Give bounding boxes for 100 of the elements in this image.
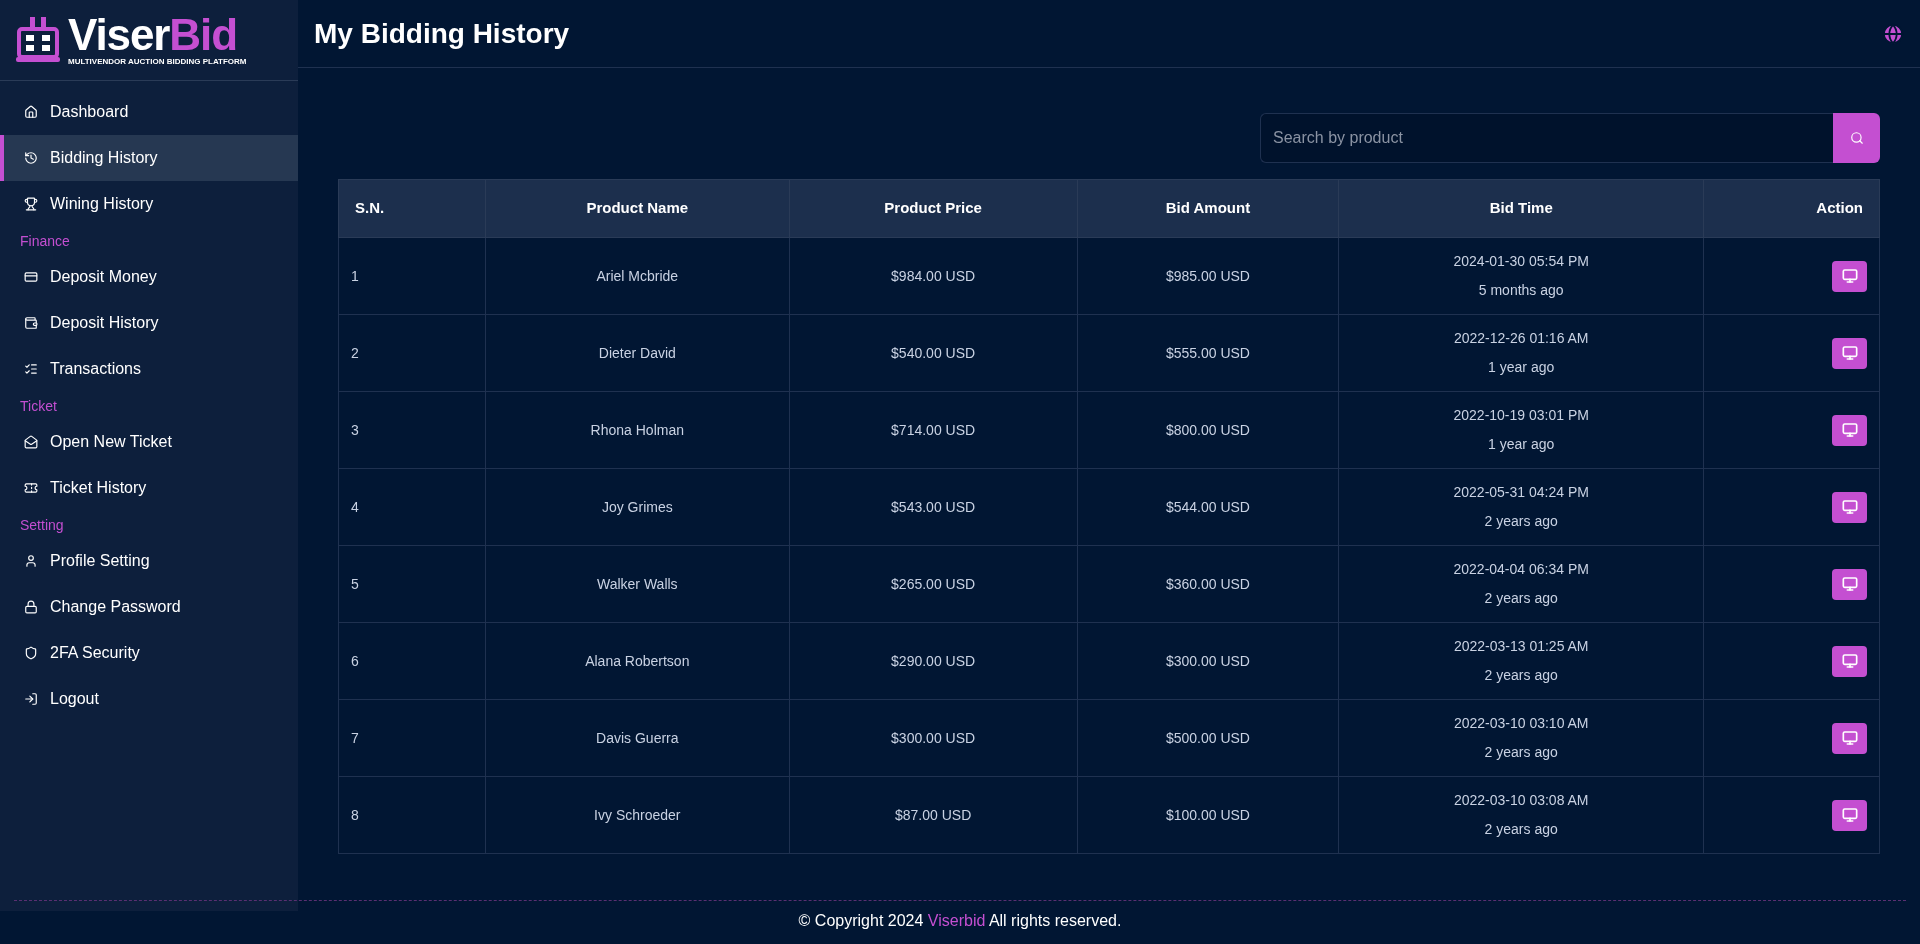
view-button[interactable] (1832, 337, 1867, 369)
home-icon (24, 105, 38, 119)
table-cell: $500.00 USD (1077, 699, 1339, 777)
bid-relative-time: 2 years ago (1484, 512, 1558, 531)
sidebar-section-heading: Setting (19, 516, 65, 535)
viserbid-link[interactable]: Viserbid (927, 912, 986, 929)
table-cell: $800.00 USD (1077, 391, 1339, 469)
bid-relative-time: 5 months ago (1478, 281, 1564, 300)
table-cell: $544.00 USD (1077, 468, 1339, 546)
monitor-icon (1841, 730, 1858, 746)
column-header: Product Price (789, 179, 1077, 238)
table-cell: $87.00 USD (789, 776, 1077, 854)
table-cell: $714.00 USD (789, 391, 1077, 469)
monitor-icon (1841, 499, 1858, 515)
bid-date: 2022-03-10 03:08 AM (1453, 791, 1589, 810)
view-button[interactable] (1832, 414, 1867, 446)
view-button[interactable] (1832, 799, 1867, 831)
monitor-icon (1841, 807, 1858, 823)
bid-date: 2022-04-04 06:34 PM (1453, 560, 1589, 579)
table-cell: $540.00 USD (789, 314, 1077, 392)
sidebar-item[interactable]: Logout (0, 676, 298, 722)
sidebar-item[interactable]: Change Password (0, 584, 298, 630)
column-header: Action (1703, 179, 1880, 238)
column-header: Product Name (485, 179, 790, 238)
table-cell: $985.00 USD (1077, 237, 1339, 315)
sidebar-item[interactable]: Ticket History (0, 465, 298, 511)
monitor-icon (1841, 345, 1858, 361)
table-cell: Ivy Schroeder (485, 776, 790, 854)
monitor-icon (1841, 576, 1858, 592)
table-cell: 4 (338, 468, 486, 546)
ticket-icon (24, 481, 38, 495)
column-header: S.N. (338, 179, 486, 238)
monitor-icon (1841, 653, 1858, 669)
bid-date: 2024-01-30 05:54 PM (1453, 252, 1589, 271)
sidebar-section-heading: Ticket (19, 397, 58, 416)
table-cell: Walker Walls (485, 545, 790, 623)
bid-date: 2022-05-31 04:24 PM (1453, 483, 1589, 502)
view-button[interactable] (1832, 568, 1867, 600)
login-icon (24, 692, 38, 706)
view-button[interactable] (1832, 645, 1867, 677)
table-cell: Alana Robertson (485, 622, 790, 700)
table-cell: Rhona Holman (485, 391, 790, 469)
table-cell: $555.00 USD (1077, 314, 1339, 392)
sidebar-item[interactable]: Bidding History (0, 135, 298, 181)
bid-date: 2022-12-26 01:16 AM (1453, 329, 1589, 348)
page-title: My Bidding History (314, 16, 570, 51)
table-cell: $300.00 USD (1077, 622, 1339, 700)
table-cell: $265.00 USD (789, 545, 1077, 623)
list-icon (24, 362, 38, 376)
bid-relative-time: 2 years ago (1484, 666, 1558, 685)
bid-date: 2022-03-10 03:10 AM (1453, 714, 1589, 733)
lock-icon (24, 600, 38, 614)
view-button[interactable] (1832, 491, 1867, 523)
view-button[interactable] (1832, 260, 1867, 292)
search-field[interactable]: Search by product (1260, 113, 1833, 163)
view-button[interactable] (1832, 722, 1867, 754)
copyright-text: © Copyright 2024 Viserbid All rights reserved. (798, 911, 1122, 931)
wallet-icon (24, 316, 38, 330)
monitor-icon (1841, 268, 1858, 284)
sidebar-item[interactable]: Transactions (0, 346, 298, 392)
envelope-icon (24, 435, 38, 449)
sidebar-item[interactable]: Dashboard (0, 89, 298, 135)
search-icon (1849, 131, 1864, 145)
table-cell: 8 (338, 776, 486, 854)
sidebar-item[interactable]: Wining History (0, 181, 298, 227)
logo-icon (16, 15, 60, 65)
clock-icon (24, 151, 38, 165)
column-header: Bid Time (1338, 179, 1704, 238)
column-header: Bid Amount (1077, 179, 1339, 238)
table-cell: $100.00 USD (1077, 776, 1339, 854)
sidebar-item[interactable]: Deposit Money (0, 254, 298, 300)
table-cell: $543.00 USD (789, 468, 1077, 546)
sidebar-item[interactable]: Open New Ticket (0, 419, 298, 465)
table-cell: 1 (338, 237, 486, 315)
table-cell: $300.00 USD (789, 699, 1077, 777)
shield-icon (24, 646, 38, 660)
table-cell: $984.00 USD (789, 237, 1077, 315)
table-cell: 7 (338, 699, 486, 777)
user-icon (24, 554, 38, 568)
logo-wordmark: ViserBid (68, 13, 238, 57)
card-icon (24, 270, 38, 284)
bid-date: 2022-10-19 03:01 PM (1453, 406, 1589, 425)
bid-relative-time: 2 years ago (1484, 820, 1558, 839)
sidebar-item[interactable]: 2FA Security (0, 630, 298, 676)
table-cell: Dieter David (485, 314, 790, 392)
logo-tagline: MULTIVENDOR AUCTION BIDDING PLATFORM (68, 57, 247, 67)
table-cell: 6 (338, 622, 486, 700)
sidebar-item[interactable]: Profile Setting (0, 538, 298, 584)
trophy-icon (24, 197, 38, 211)
sidebar-item[interactable]: Deposit History (0, 300, 298, 346)
table-cell: Joy Grimes (485, 468, 790, 546)
bid-relative-time: 2 years ago (1484, 743, 1558, 762)
table-cell: $360.00 USD (1077, 545, 1339, 623)
bid-relative-time: 1 year ago (1488, 358, 1555, 377)
globe-icon[interactable] (1882, 22, 1904, 45)
bid-relative-time: 2 years ago (1484, 589, 1558, 608)
table-cell: Davis Guerra (485, 699, 790, 777)
table-cell: Ariel Mcbride (485, 237, 790, 315)
monitor-icon (1841, 422, 1858, 438)
table-cell: 3 (338, 391, 486, 469)
